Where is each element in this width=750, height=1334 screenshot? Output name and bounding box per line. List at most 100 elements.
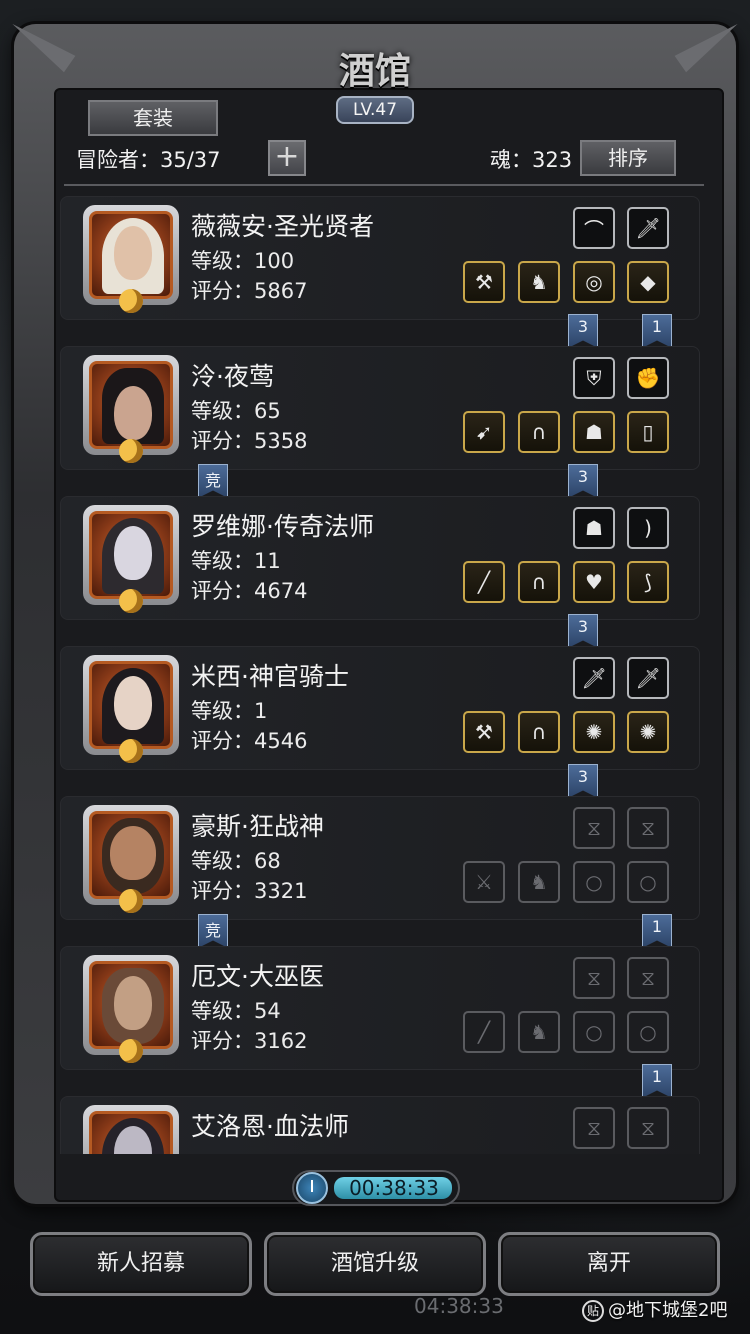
empty-slot-icon[interactable]: ⧖ xyxy=(573,1107,615,1149)
armor-icon[interactable]: ♞ xyxy=(518,261,560,303)
frame-spike-left xyxy=(6,15,76,73)
moon-icon xyxy=(119,1039,143,1063)
portrait-frame xyxy=(89,661,173,749)
empty-slot-icon[interactable]: ⧖ xyxy=(627,807,669,849)
adventurer-count: 冒险者：35/37 xyxy=(76,148,221,172)
empty-slot-icon[interactable]: ⧖ xyxy=(627,957,669,999)
cloak-icon[interactable]: ∩ xyxy=(518,561,560,603)
portrait-frame xyxy=(89,961,173,1049)
hero-name: 艾洛恩·血法师 xyxy=(191,1112,349,1141)
soul-count: 魂：323 xyxy=(490,148,573,172)
axe-icon[interactable]: ⚔ xyxy=(463,861,505,903)
tavern-level-badge: LV.47 xyxy=(336,96,414,124)
cloak-icon[interactable]: ∩ xyxy=(518,711,560,753)
portrait-frame xyxy=(89,1111,173,1154)
hero-name: 罗维娜·传奇法师 xyxy=(191,512,374,541)
gauntlet-icon[interactable]: ✊ xyxy=(627,357,669,399)
hero-portrait[interactable] xyxy=(83,355,179,463)
amulet-icon[interactable]: ♥ xyxy=(573,561,615,603)
hero-card[interactable]: 泠·夜莺 等级：65 评分：5358 ⛨ ✊ ➹ ∩ ☗ ▯ xyxy=(60,346,700,470)
add-adventurer-button[interactable]: + xyxy=(268,140,306,176)
staff-icon[interactable]: ╱ xyxy=(463,1011,505,1053)
hero-score: 评分：5867 xyxy=(191,279,308,303)
dagger-icon[interactable]: 🗡 xyxy=(573,657,615,699)
bracer-icon[interactable]: ⌒ xyxy=(573,207,615,249)
ring-icon[interactable]: ○ xyxy=(627,861,669,903)
hero-list[interactable]: 薇薇安·圣光贤者 等级：100 评分：5867 ⌒ 🗡 ⚒ ♞ ◎ ◆ 3 1 … xyxy=(60,196,700,1154)
timer-text: 00:38:33 xyxy=(349,1176,439,1200)
portrait-frame xyxy=(89,811,173,899)
sort-button[interactable]: 排序 xyxy=(580,140,676,176)
background-timer: 04:38:33 xyxy=(414,1294,504,1318)
gem-icon[interactable]: ◆ xyxy=(627,261,669,303)
ring-icon[interactable]: ○ xyxy=(573,1011,615,1053)
scroll-icon[interactable]: ▯ xyxy=(627,411,669,453)
rank-badge: 3 xyxy=(568,314,598,348)
empty-slot-icon[interactable]: ⧖ xyxy=(627,1107,669,1149)
hammer-icon[interactable]: ⚒ xyxy=(463,711,505,753)
shield-icon[interactable]: ⛨ xyxy=(573,357,615,399)
hero-score: 评分：3162 xyxy=(191,1029,308,1053)
arena-badge: 竞 xyxy=(198,464,228,498)
face-shape xyxy=(114,676,152,730)
bow-icon[interactable]: ) xyxy=(627,507,669,549)
upgrade-tavern-button[interactable]: 酒馆升级 xyxy=(264,1232,486,1296)
ring-icon[interactable]: ○ xyxy=(627,1011,669,1053)
ring-icon[interactable]: ○ xyxy=(573,861,615,903)
hero-portrait[interactable] xyxy=(83,505,179,613)
dagger-icon[interactable]: 🗡 xyxy=(627,657,669,699)
header-divider xyxy=(64,184,704,186)
cloak-icon[interactable]: ∩ xyxy=(518,411,560,453)
orb-icon[interactable]: ✺ xyxy=(573,711,615,753)
empty-slot-icon[interactable]: ⧖ xyxy=(573,807,615,849)
armor-icon[interactable]: ♞ xyxy=(518,1011,560,1053)
staff-icon[interactable]: ╱ xyxy=(463,561,505,603)
orb-icon[interactable]: ✺ xyxy=(627,711,669,753)
face-shape xyxy=(114,226,152,280)
tavern-timer: 00:38:33 xyxy=(292,1170,460,1206)
hero-portrait[interactable] xyxy=(83,655,179,763)
hero-name: 豪斯·狂战神 xyxy=(191,812,324,841)
hero-level: 等级：100 xyxy=(191,249,295,273)
hero-score: 评分：4546 xyxy=(191,729,308,753)
hero-portrait[interactable] xyxy=(83,955,179,1063)
hero-level: 等级：65 xyxy=(191,399,281,423)
page-title: 酒馆 xyxy=(338,51,411,92)
hero-portrait[interactable] xyxy=(83,1105,179,1154)
rank-badge: 1 xyxy=(642,1064,672,1098)
hero-card[interactable]: 厄文·大巫医 等级：54 评分：3162 ⧖ ⧖ ╱ ♞ ○ ○ xyxy=(60,946,700,1070)
mask-icon[interactable]: ☗ xyxy=(573,411,615,453)
watermark: 贴 @地下城堡2吧 xyxy=(582,1296,727,1322)
mask-icon[interactable]: ☗ xyxy=(573,507,615,549)
hero-portrait[interactable] xyxy=(83,805,179,913)
empty-slot-icon[interactable]: ⧖ xyxy=(573,957,615,999)
hero-card[interactable]: 豪斯·狂战神 等级：68 评分：3321 ⧖ ⧖ ⚔ ♞ ○ ○ xyxy=(60,796,700,920)
face-shape xyxy=(110,826,156,880)
set-button[interactable]: 套装 xyxy=(88,100,218,136)
hero-card[interactable]: 艾洛恩·血法师 ⧖ ⧖ xyxy=(60,1096,700,1154)
moon-icon xyxy=(119,739,143,763)
recruit-button[interactable]: 新人招募 xyxy=(30,1232,252,1296)
frame-spike-right xyxy=(674,15,744,73)
hero-card[interactable]: 罗维娜·传奇法师 等级：11 评分：4674 ☗ ) ╱ ∩ ♥ ⟆ xyxy=(60,496,700,620)
portrait-frame xyxy=(89,211,173,299)
necklace-icon[interactable]: ⟆ xyxy=(627,561,669,603)
ring-icon[interactable]: ◎ xyxy=(573,261,615,303)
leave-button[interactable]: 离开 xyxy=(498,1232,720,1296)
hero-name: 厄文·大巫医 xyxy=(191,962,324,991)
hero-name: 薇薇安·圣光贤者 xyxy=(191,212,374,241)
hero-name: 泠·夜莺 xyxy=(191,362,274,391)
dagger-icon[interactable]: 🗡 xyxy=(627,207,669,249)
hero-portrait[interactable] xyxy=(83,205,179,313)
portrait-frame xyxy=(89,361,173,449)
watermark-text: @地下城堡2吧 xyxy=(608,1300,728,1321)
rank-badge: 1 xyxy=(642,314,672,348)
tieba-icon: 贴 xyxy=(582,1300,604,1322)
armor-icon[interactable]: ♞ xyxy=(518,861,560,903)
hero-card[interactable]: 薇薇安·圣光贤者 等级：100 评分：5867 ⌒ 🗡 ⚒ ♞ ◎ ◆ xyxy=(60,196,700,320)
clock-icon xyxy=(296,1172,328,1204)
crossbow-icon[interactable]: ➹ xyxy=(463,411,505,453)
hero-card[interactable]: 米西·神官骑士 等级：1 评分：4546 🗡 🗡 ⚒ ∩ ✺ ✺ xyxy=(60,646,700,770)
hammer-icon[interactable]: ⚒ xyxy=(463,261,505,303)
hero-score: 评分：3321 xyxy=(191,879,308,903)
